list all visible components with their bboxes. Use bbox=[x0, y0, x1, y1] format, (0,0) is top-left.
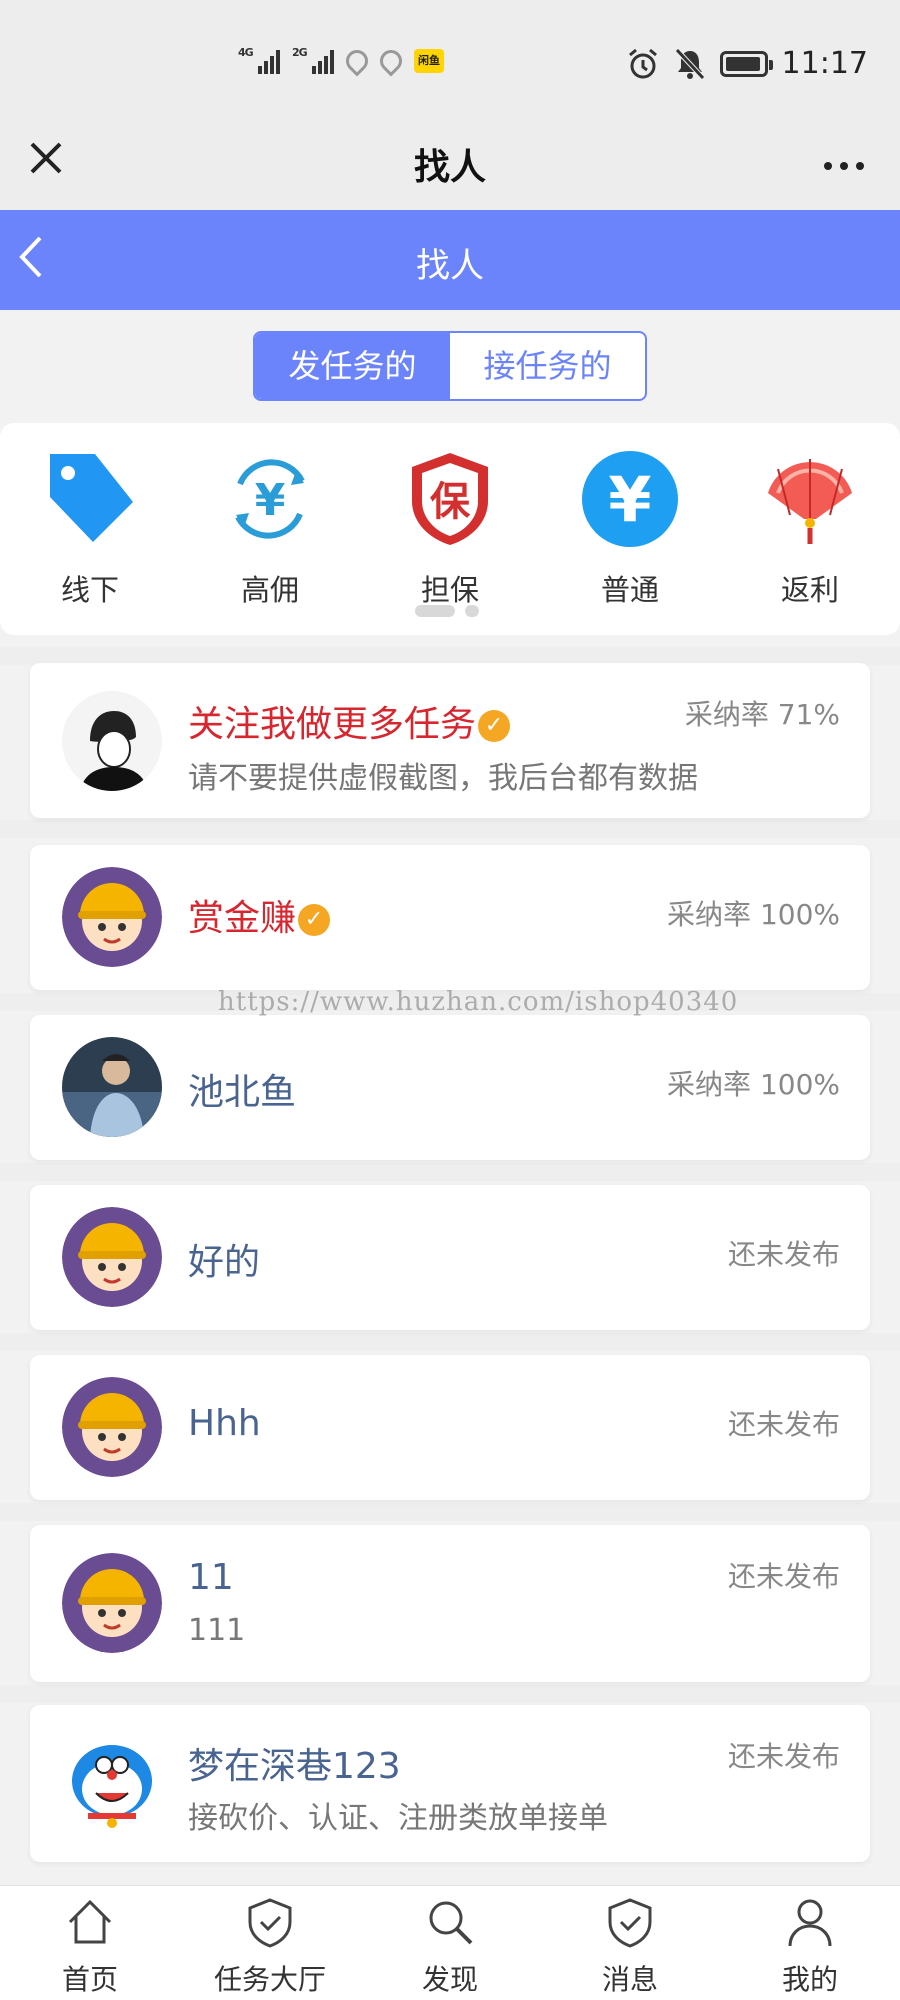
user-icon bbox=[788, 1899, 832, 1947]
cell-signal-2-icon: 2G bbox=[292, 46, 334, 74]
user-name: 关注我做更多任务 ✓ bbox=[188, 695, 511, 747]
tab-takers[interactable]: 接任务的 bbox=[450, 333, 645, 399]
category-offline[interactable]: 线下 bbox=[30, 449, 150, 609]
adoption-rate: 还未发布 bbox=[727, 1408, 840, 1441]
adoption-rate: 还未发布 bbox=[727, 1560, 840, 1593]
bottom-tab-bar: 首页 任务大厅 发现 消息 我的 bbox=[0, 1885, 900, 2000]
avatar bbox=[62, 1733, 162, 1833]
tab-label: 我的 bbox=[781, 1963, 838, 1996]
category-label: 担保 bbox=[420, 573, 479, 607]
user-desc: 请不要提供虚假截图，我后台都有数据 bbox=[188, 761, 698, 796]
more-icon[interactable] bbox=[822, 130, 866, 200]
adoption-rate: 还未发布 bbox=[727, 1740, 840, 1773]
list-item[interactable]: 梦在深巷123 接砍价、认证、注册类放单接单 还未发布 bbox=[30, 1705, 870, 1862]
shield-check-icon bbox=[248, 1898, 292, 1948]
location-icon bbox=[375, 45, 407, 77]
user-desc: 111 bbox=[188, 1613, 246, 1648]
xianyu-app-icon: 闲鱼 bbox=[414, 49, 444, 73]
window-title-bar: 找人 bbox=[0, 120, 900, 210]
search-icon bbox=[429, 1901, 473, 1945]
window-title: 找人 bbox=[413, 147, 486, 188]
list-item[interactable]: 赏金赚 ✓ 采纳率 100% bbox=[30, 845, 870, 990]
svg-text:¥: ¥ bbox=[255, 475, 286, 526]
tab-task-hall[interactable]: 任务大厅 bbox=[200, 1896, 340, 1998]
list-item[interactable]: 11 111 还未发布 bbox=[30, 1525, 870, 1682]
user-name: Hhh bbox=[188, 1403, 261, 1444]
list-item[interactable]: 好的 还未发布 bbox=[30, 1185, 870, 1330]
page-title: 找人 bbox=[416, 246, 484, 286]
home-icon bbox=[68, 1899, 112, 1944]
user-name: 赏金赚 ✓ bbox=[188, 889, 331, 941]
location-icon bbox=[341, 45, 373, 77]
tab-mine[interactable]: 我的 bbox=[740, 1896, 880, 1998]
cell-signal-icon: 4G bbox=[238, 46, 280, 74]
clock: 11:17 bbox=[781, 46, 868, 81]
guarantee-shield-icon: 保 bbox=[412, 453, 488, 545]
divider bbox=[0, 1333, 900, 1351]
adoption-rate: 采纳率 71% bbox=[684, 698, 840, 731]
user-name: 梦在深巷123 bbox=[188, 1746, 401, 1787]
tab-messages[interactable]: 消息 bbox=[560, 1896, 700, 1998]
avatar bbox=[62, 1207, 162, 1307]
category-label: 高佣 bbox=[240, 573, 299, 607]
tab-label: 任务大厅 bbox=[213, 1963, 326, 1996]
verified-icon: ✓ bbox=[478, 710, 511, 742]
adoption-rate: 还未发布 bbox=[727, 1238, 840, 1271]
category-label: 普通 bbox=[600, 573, 659, 607]
category-rebate[interactable]: 返利 bbox=[750, 449, 870, 609]
yuan-cycle-icon: ¥ bbox=[235, 459, 305, 539]
tab-label: 首页 bbox=[61, 1963, 118, 1996]
user-name: 好的 bbox=[188, 1242, 261, 1283]
fan-icon bbox=[768, 459, 852, 544]
tab-home[interactable]: 首页 bbox=[20, 1896, 160, 1998]
avatar bbox=[62, 867, 162, 967]
tab-publishers[interactable]: 发任务的 bbox=[255, 333, 450, 399]
divider bbox=[0, 1685, 900, 1703]
user-name: 池北鱼 bbox=[188, 1072, 297, 1113]
category-label: 返利 bbox=[780, 573, 839, 607]
svg-text:¥: ¥ bbox=[608, 463, 651, 536]
verified-icon: ✓ bbox=[298, 904, 331, 936]
list-item[interactable]: 池北鱼 采纳率 100% bbox=[30, 1015, 870, 1160]
divider bbox=[0, 1503, 900, 1521]
divider bbox=[0, 1163, 900, 1181]
avatar bbox=[62, 1377, 162, 1477]
avatar bbox=[62, 691, 162, 791]
category-high-commission[interactable]: ¥ 高佣 bbox=[210, 449, 330, 609]
avatar bbox=[62, 1553, 162, 1653]
user-name: 11 bbox=[188, 1557, 234, 1598]
nav-bar: 找人 bbox=[0, 210, 900, 310]
divider bbox=[0, 820, 900, 838]
list-item[interactable]: 关注我做更多任务 ✓ 请不要提供虚假截图，我后台都有数据 采纳率 71% bbox=[30, 663, 870, 818]
status-bar: 4G 2G 闲鱼 11:17 bbox=[0, 0, 900, 120]
tab-label: 消息 bbox=[601, 1963, 658, 1996]
adoption-rate: 采纳率 100% bbox=[667, 1068, 840, 1101]
watermark: https://www.huzhan.com/ishop40340 bbox=[218, 987, 739, 1017]
adoption-rate: 采纳率 100% bbox=[667, 898, 840, 931]
category-guarantee[interactable]: 保 担保 bbox=[390, 449, 510, 609]
svg-text:保: 保 bbox=[430, 479, 471, 525]
tab-label: 发现 bbox=[421, 1963, 478, 1996]
avatar bbox=[62, 1037, 162, 1137]
yuan-circle-icon: ¥ bbox=[582, 451, 678, 547]
tag-icon bbox=[50, 454, 133, 542]
shield-check-icon bbox=[608, 1898, 652, 1948]
alarm-icon bbox=[628, 48, 657, 78]
category-label: 线下 bbox=[60, 573, 119, 607]
carousel-indicator bbox=[415, 605, 479, 617]
user-desc: 接砍价、认证、注册类放单接单 bbox=[188, 1801, 608, 1836]
mute-bell-icon bbox=[674, 47, 705, 80]
category-normal[interactable]: ¥ 普通 bbox=[570, 449, 690, 609]
category-panel: 线下 ¥ 高佣 保 担保 ¥ 普通 返利 bbox=[0, 423, 900, 635]
tab-discover[interactable]: 发现 bbox=[380, 1896, 520, 1998]
list-item[interactable]: Hhh 还未发布 bbox=[30, 1355, 870, 1500]
segment-tabs: 发任务的 接任务的 bbox=[253, 331, 647, 401]
battery-icon bbox=[719, 50, 773, 77]
